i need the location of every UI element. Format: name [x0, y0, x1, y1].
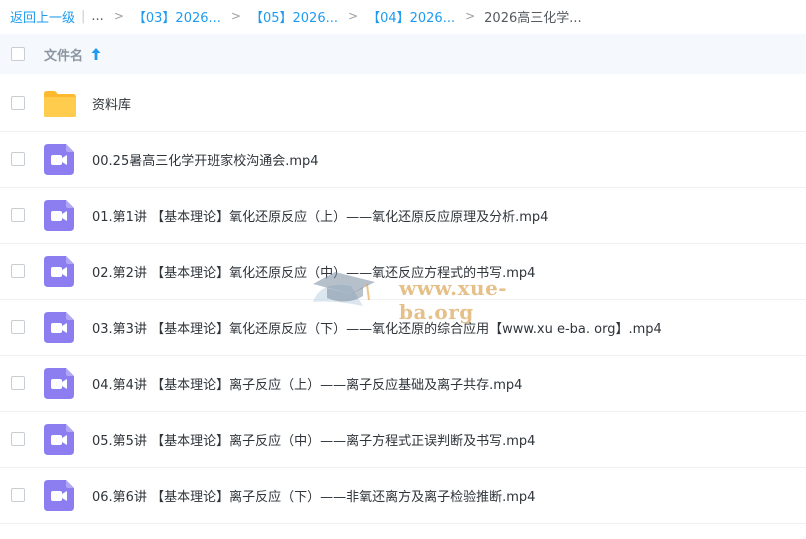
- video-file-icon: [44, 480, 74, 511]
- breadcrumb-separator: >: [230, 9, 241, 23]
- row-checkbox[interactable]: [11, 488, 25, 502]
- folder-row[interactable]: 资料库: [0, 76, 806, 132]
- breadcrumb-divider: |: [81, 8, 86, 24]
- file-name[interactable]: 04.第4讲 【基本理论】离子反应（上）——离子反应基础及离子共存.mp4: [92, 374, 522, 393]
- row-checkbox[interactable]: [11, 376, 25, 390]
- file-row[interactable]: 05.第5讲 【基本理论】离子反应（中）——离子方程式正误判断及书写.mp4: [0, 412, 806, 468]
- file-name[interactable]: 01.第1讲 【基本理论】氧化还原反应（上）——氧化还原反应原理及分析.mp4: [92, 206, 548, 225]
- file-name[interactable]: 02.第2讲 【基本理论】氧化还原反应（中）——氧还反应方程式的书写.mp4: [92, 262, 535, 281]
- video-file-icon: [44, 200, 74, 231]
- row-checkbox[interactable]: [11, 208, 25, 222]
- file-name[interactable]: 06.第6讲 【基本理论】离子反应（下）——非氧还离方及离子检验推断.mp4: [92, 486, 535, 505]
- row-checkbox[interactable]: [11, 432, 25, 446]
- column-header-name[interactable]: 文件名: [44, 45, 102, 64]
- video-file-icon: [44, 256, 74, 287]
- file-row[interactable]: 06.第6讲 【基本理论】离子反应（下）——非氧还离方及离子检验推断.mp4: [0, 468, 806, 524]
- file-list: 资料库 00.25暑高三化学开班家校沟通会.mp4 01.第1讲 【基本理论】氧化…: [0, 76, 806, 524]
- file-row[interactable]: 00.25暑高三化学开班家校沟通会.mp4: [0, 132, 806, 188]
- breadcrumb-item-05[interactable]: 【05】2026...: [250, 7, 338, 26]
- breadcrumb: 返回上一级 | ... > 【03】2026... > 【05】2026... …: [0, 0, 806, 32]
- row-checkbox[interactable]: [11, 96, 25, 110]
- file-list-header: 文件名: [0, 34, 806, 74]
- video-file-icon: [44, 144, 74, 175]
- video-file-icon: [44, 312, 74, 343]
- file-row[interactable]: 01.第1讲 【基本理论】氧化还原反应（上）——氧化还原反应原理及分析.mp4: [0, 188, 806, 244]
- row-checkbox[interactable]: [11, 320, 25, 334]
- file-row[interactable]: 03.第3讲 【基本理论】氧化还原反应（下）——氧化还原的综合应用【www.xu…: [0, 300, 806, 356]
- arrow-up-icon[interactable]: [90, 47, 102, 61]
- breadcrumb-current: 2026高三化学...: [484, 10, 582, 26]
- file-name[interactable]: 03.第3讲 【基本理论】氧化还原反应（下）——氧化还原的综合应用【www.xu…: [92, 318, 662, 337]
- row-checkbox[interactable]: [11, 152, 25, 166]
- column-header-label: 文件名: [44, 48, 84, 64]
- video-file-icon: [44, 368, 74, 399]
- video-file-icon: [44, 424, 74, 455]
- breadcrumb-item-03[interactable]: 【03】2026...: [133, 7, 221, 26]
- file-name[interactable]: 05.第5讲 【基本理论】离子反应（中）——离子方程式正误判断及书写.mp4: [92, 430, 535, 449]
- breadcrumb-separator: >: [348, 9, 359, 23]
- breadcrumb-item-04[interactable]: 【04】2026...: [367, 7, 455, 26]
- folder-name[interactable]: 资料库: [92, 94, 131, 113]
- file-name[interactable]: 00.25暑高三化学开班家校沟通会.mp4: [92, 150, 319, 169]
- row-checkbox[interactable]: [11, 264, 25, 278]
- file-row[interactable]: 04.第4讲 【基本理论】离子反应（上）——离子反应基础及离子共存.mp4: [0, 356, 806, 412]
- back-link[interactable]: 返回上一级: [10, 7, 75, 26]
- breadcrumb-separator: >: [465, 9, 476, 23]
- select-all-checkbox[interactable]: [11, 47, 25, 61]
- folder-icon: [44, 91, 76, 117]
- breadcrumb-ellipsis[interactable]: ...: [91, 9, 103, 24]
- file-row[interactable]: 02.第2讲 【基本理论】氧化还原反应（中）——氧还反应方程式的书写.mp4: [0, 244, 806, 300]
- breadcrumb-separator: >: [113, 9, 124, 23]
